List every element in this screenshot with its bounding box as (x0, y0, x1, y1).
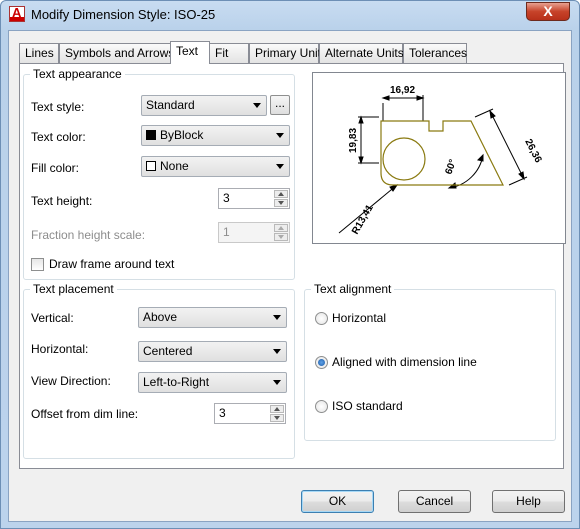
preview-dim-left: 19,83 (348, 128, 359, 153)
tab-tolerances[interactable]: Tolerances (403, 43, 467, 63)
draw-frame-checkbox[interactable] (31, 258, 44, 271)
chevron-down-icon (273, 380, 281, 385)
title-bar[interactable]: A Modify Dimension Style: ISO-25 X (1, 1, 579, 29)
window-title: Modify Dimension Style: ISO-25 (31, 7, 216, 22)
fill-color-value: None (160, 159, 189, 173)
view-direction-value: Left-to-Right (143, 375, 210, 389)
text-style-label: Text style: (31, 100, 85, 114)
tab-primary-units[interactable]: Primary Units (249, 43, 327, 63)
text-style-browse-button[interactable]: ... (270, 95, 290, 115)
chevron-down-icon (273, 349, 281, 354)
radio-horizontal[interactable] (315, 312, 328, 325)
offset-label: Offset from dim line: (31, 407, 139, 421)
tab-text[interactable]: Text (170, 41, 210, 64)
vertical-dropdown[interactable]: Above (138, 307, 287, 328)
text-appearance-group: Text appearance Text style: Standard ...… (23, 67, 295, 280)
radio-iso-standard[interactable] (315, 400, 328, 413)
text-placement-title: Text placement (30, 282, 117, 296)
radio-iso-label: ISO standard (332, 399, 403, 413)
fill-color-label: Fill color: (31, 161, 80, 175)
text-placement-group: Text placement Vertical: Above Horizonta… (23, 282, 295, 459)
dialog-window: A Modify Dimension Style: ISO-25 X Lines… (0, 0, 580, 529)
fraction-height-scale-label: Fraction height scale: (31, 228, 146, 242)
preview-dim-top: 16,92 (390, 85, 415, 96)
spin-up-icon[interactable] (274, 190, 288, 198)
autocad-app-icon[interactable]: A (9, 5, 25, 22)
text-height-value: 3 (223, 191, 230, 205)
tab-alternate-units[interactable]: Alternate Units (319, 43, 404, 63)
radio-horizontal-label: Horizontal (332, 311, 387, 325)
dialog-client: Lines Symbols and Arrows Text Fit Primar… (8, 30, 572, 522)
spin-up-icon[interactable] (274, 224, 288, 232)
ellipsis-label: ... (274, 96, 285, 110)
text-height-label: Text height: (31, 194, 93, 208)
view-direction-dropdown[interactable]: Left-to-Right (138, 372, 287, 393)
dimension-preview: 16,92 19,83 26,36 60° R13,41 (312, 72, 566, 244)
vertical-label: Vertical: (31, 311, 74, 325)
tab-symbols-and-arrows[interactable]: Symbols and Arrows (59, 43, 174, 63)
preview-drawing: 16,92 19,83 26,36 60° R13,41 (338, 85, 544, 237)
radio-aligned-label: Aligned with dimension line (332, 355, 477, 369)
text-alignment-title: Text alignment (311, 282, 395, 296)
fraction-height-value: 1 (223, 225, 230, 239)
horizontal-value: Centered (143, 344, 193, 358)
draw-frame-label: Draw frame around text (49, 257, 175, 271)
text-color-label: Text color: (31, 130, 86, 144)
text-alignment-group: Text alignment Horizontal Aligned with d… (304, 282, 556, 441)
color-swatch-icon (146, 130, 156, 140)
help-button[interactable]: Help (492, 490, 565, 513)
preview-dim-right: 26,36 (522, 137, 543, 165)
chevron-down-icon (253, 103, 261, 108)
preview-dim-angle: 60° (443, 158, 459, 176)
text-color-value: ByBlock (160, 128, 204, 142)
text-tab-panel: Text appearance Text style: Standard ...… (19, 63, 566, 469)
text-height-spinner[interactable]: 3 (218, 188, 290, 209)
spin-down-icon[interactable] (270, 414, 284, 422)
horizontal-label: Horizontal: (31, 342, 89, 356)
text-style-dropdown[interactable]: Standard (141, 95, 267, 116)
fill-color-dropdown[interactable]: None (141, 156, 290, 177)
offset-value: 3 (219, 406, 226, 420)
text-appearance-title: Text appearance (30, 67, 125, 81)
tab-lines[interactable]: Lines (19, 43, 59, 63)
text-style-value: Standard (146, 98, 195, 112)
spin-up-icon[interactable] (270, 405, 284, 413)
close-button[interactable]: X (526, 2, 570, 21)
fraction-height-scale-spinner[interactable]: 1 (218, 222, 290, 243)
chevron-down-icon (276, 133, 284, 138)
color-swatch-icon (146, 161, 156, 171)
text-color-dropdown[interactable]: ByBlock (141, 125, 290, 146)
radio-aligned-with-dimension-line[interactable] (315, 356, 328, 369)
cancel-button[interactable]: Cancel (398, 490, 471, 513)
preview-dim-radius: R13,41 (350, 203, 376, 237)
spin-down-icon[interactable] (274, 233, 288, 241)
horizontal-dropdown[interactable]: Centered (138, 341, 287, 362)
tab-fit[interactable]: Fit (209, 43, 249, 63)
offset-spinner[interactable]: 3 (214, 403, 286, 424)
chevron-down-icon (273, 315, 281, 320)
chevron-down-icon (276, 164, 284, 169)
close-icon: X (543, 3, 553, 19)
ok-button[interactable]: OK (301, 490, 374, 513)
vertical-value: Above (143, 310, 178, 324)
view-direction-label: View Direction: (31, 374, 111, 388)
spin-down-icon[interactable] (274, 199, 288, 207)
